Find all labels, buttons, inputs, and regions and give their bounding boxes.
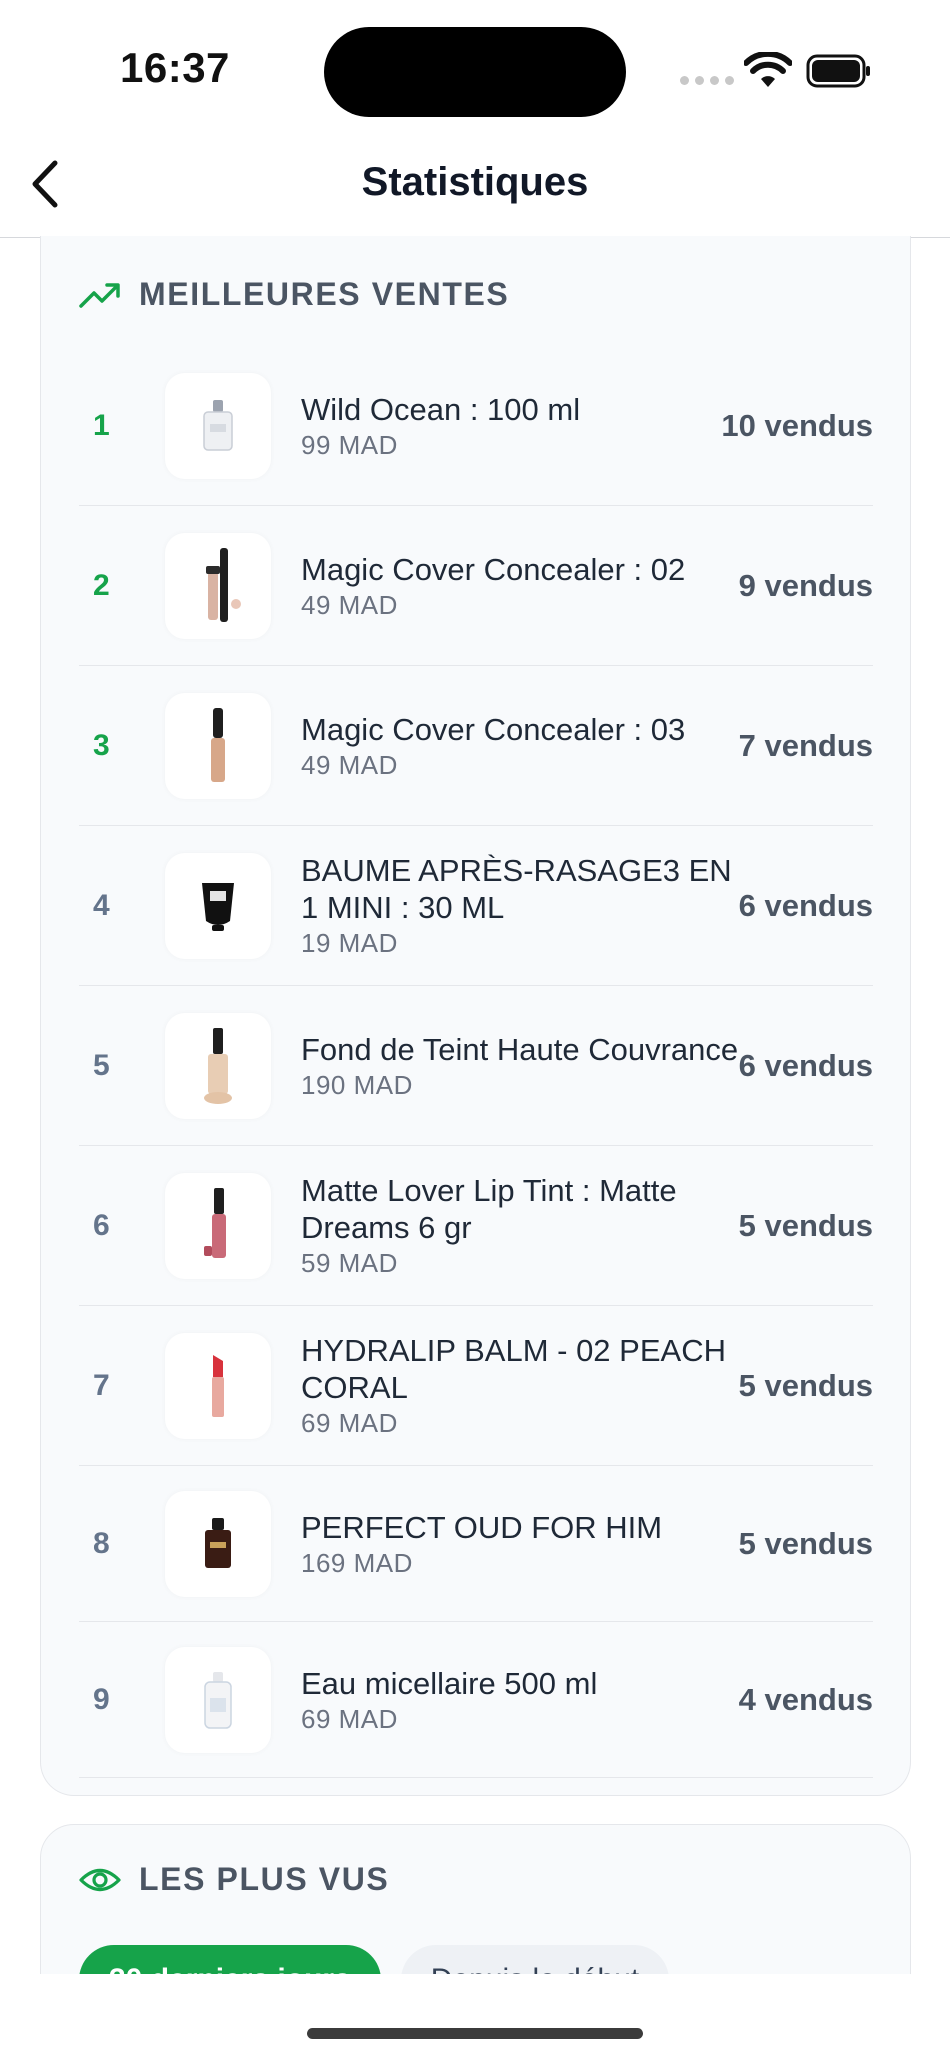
product-name: Wild Ocean : 100 ml	[301, 392, 581, 427]
product-name: Magic Cover Concealer : 03	[301, 711, 686, 747]
product-price: 59 MAD	[301, 1248, 398, 1278]
best-sellers-card: MEILLEURES VENTES 1 Wild Ocean : 100 ml …	[40, 236, 911, 1796]
product-price: 49 MAD	[301, 749, 398, 780]
most-viewed-header: LES PLUS VUS	[79, 1861, 389, 1898]
aftershave-tube-icon	[202, 882, 234, 931]
micellar-water-icon	[204, 1671, 232, 1729]
concealer-tube-icon	[211, 707, 225, 782]
navigation-bar: Statistiques	[0, 130, 950, 238]
product-name: Fond de Teint Haute Couvrance	[301, 1031, 739, 1067]
units-sold: 9 vendus	[738, 567, 873, 603]
units-sold: 4 vendus	[738, 1681, 873, 1717]
rank-number: 3	[93, 728, 110, 762]
units-sold: 5 vendus	[738, 1367, 873, 1403]
units-sold: 7 vendus	[738, 727, 873, 763]
product-price: 169 MAD	[301, 1547, 413, 1578]
product-name: Matte Lover Lip Tint : Matte Dreams 6 gr	[301, 1173, 677, 1245]
eye-icon	[79, 1868, 121, 1891]
list-item[interactable]: 9 Eau micellaire 500 ml 69 MAD 4 vendus	[79, 1622, 873, 1778]
list-item[interactable]: 5 Fond de Teint Haute Couvrance 190 MAD …	[79, 986, 873, 1146]
dynamic-island	[324, 27, 626, 117]
rank-number: 9	[93, 1682, 110, 1716]
product-price: 69 MAD	[301, 1408, 398, 1438]
rank-number: 8	[93, 1526, 110, 1560]
best-sellers-title: MEILLEURES VENTES	[139, 276, 510, 312]
product-price: 190 MAD	[301, 1069, 413, 1100]
rank-number: 1	[93, 409, 110, 442]
foundation-bottle-icon	[204, 1027, 232, 1104]
units-sold: 5 vendus	[738, 1525, 873, 1561]
units-sold: 6 vendus	[738, 1047, 873, 1083]
lip-tint-icon	[204, 1187, 226, 1258]
list-item[interactable]: 1 Wild Ocean : 100 ml 99 MAD 10 vendus	[79, 347, 873, 506]
list-item[interactable]: 6 Matte Lover Lip Tint : Matte Dreams 6 …	[79, 1146, 873, 1306]
lip-balm-icon	[212, 1354, 224, 1417]
product-name: Eau micellaire 500 ml	[301, 1665, 598, 1701]
product-name: HYDRALIP BALM - 02 PEACH CORAL	[301, 1333, 726, 1405]
product-image	[165, 1172, 271, 1279]
product-price: 69 MAD	[301, 1703, 398, 1734]
units-sold: 5 vendus	[738, 1207, 873, 1243]
product-image	[165, 373, 271, 479]
product-name: PERFECT OUD FOR HIM	[301, 1509, 663, 1545]
list-item[interactable]: 7 HYDRALIP BALM - 02 PEACH CORAL 69 MAD …	[79, 1306, 873, 1466]
product-name: Magic Cover Concealer : 02	[301, 551, 686, 587]
product-image	[165, 1490, 271, 1597]
units-sold: 10 vendus	[721, 408, 873, 443]
perfume-bottle-icon	[203, 400, 233, 451]
oud-perfume-icon	[205, 1517, 231, 1568]
rank-number: 5	[93, 1048, 110, 1082]
product-price: 19 MAD	[301, 928, 398, 958]
product-image	[165, 1332, 271, 1439]
rank-number: 7	[93, 1368, 110, 1402]
product-image	[165, 692, 271, 799]
units-sold: 6 vendus	[738, 887, 873, 923]
concealer-wand-icon	[206, 547, 241, 622]
product-image	[165, 1646, 271, 1753]
rank-number: 2	[93, 568, 110, 602]
product-image	[165, 852, 271, 959]
list-item[interactable]: 8 PERFECT OUD FOR HIM 169 MAD 5 vendus	[79, 1466, 873, 1622]
wifi-icon	[744, 52, 792, 87]
product-price: 49 MAD	[301, 589, 398, 620]
trending-up-icon	[79, 282, 120, 308]
most-viewed-title: LES PLUS VUS	[139, 1861, 390, 1897]
cellular-signal-icon	[680, 76, 734, 85]
best-sellers-list: 1 Wild Ocean : 100 ml 99 MAD 10 vendus 2	[79, 347, 873, 1778]
page-title: Statistiques	[361, 160, 589, 204]
product-price: 99 MAD	[301, 430, 398, 460]
battery-icon	[806, 54, 870, 88]
best-sellers-header: MEILLEURES VENTES	[79, 276, 509, 313]
list-item[interactable]: 2 Magic Cover Concealer : 02 49 MAD 9 ve…	[79, 506, 873, 666]
home-indicator[interactable]	[307, 2028, 643, 2039]
rank-number: 6	[93, 1208, 110, 1242]
list-item[interactable]: 4 BAUME APRÈS-RASAGE3 EN 1 MINI : 30 ML …	[79, 826, 873, 986]
list-item[interactable]: 3 Magic Cover Concealer : 03 49 MAD 7 ve…	[79, 666, 873, 826]
bottom-bar	[0, 1974, 950, 2058]
product-image	[165, 1012, 271, 1119]
rank-number: 4	[93, 888, 110, 922]
status-bar: 16:37	[0, 0, 950, 130]
product-image	[165, 532, 271, 639]
product-name: BAUME APRÈS-RASAGE3 EN 1 MINI : 30 ML	[301, 853, 732, 925]
status-time: 16:37	[120, 44, 230, 91]
